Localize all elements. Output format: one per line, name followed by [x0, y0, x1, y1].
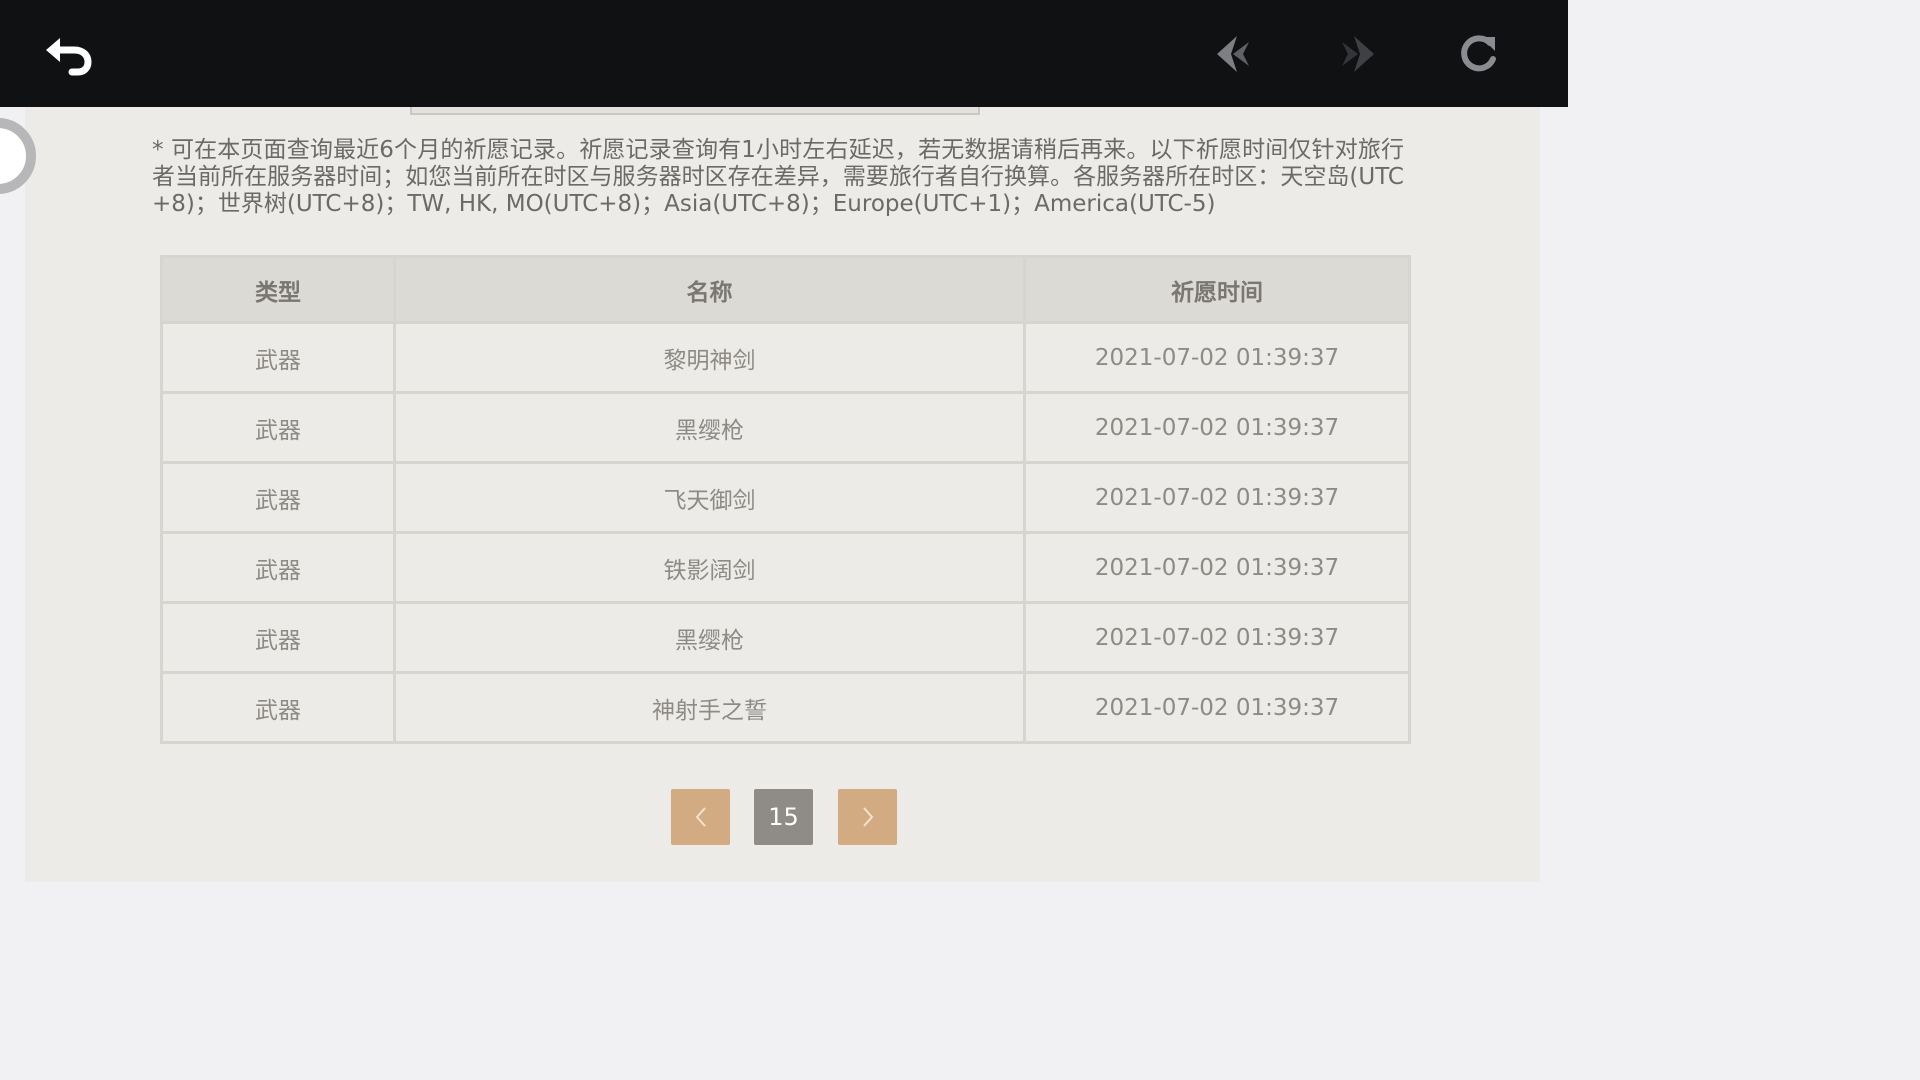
cell-time: 2021-07-02 01:39:37 [1023, 601, 1411, 674]
cell-time: 2021-07-02 01:39:37 [1023, 671, 1411, 744]
cell-type: 武器 [160, 601, 396, 674]
cell-time: 2021-07-02 01:39:37 [1023, 321, 1411, 394]
nav-back-diamond-icon [1217, 36, 1249, 72]
table-row: 武器 黎明神剑 2021-07-02 01:39:37 [160, 321, 1411, 394]
cell-time: 2021-07-02 01:39:37 [1023, 461, 1411, 534]
table-row: 武器 神射手之誓 2021-07-02 01:39:37 [160, 671, 1411, 744]
cell-name: 黎明神剑 [393, 321, 1026, 394]
cell-name: 黑缨枪 [393, 391, 1026, 464]
top-toolbar [0, 0, 1568, 107]
cell-name: 黑缨枪 [393, 601, 1026, 674]
column-header-time: 祈愿时间 [1023, 255, 1411, 324]
chevron-left-icon [695, 807, 706, 827]
column-header-type: 类型 [160, 255, 396, 324]
chevron-right-icon [862, 807, 873, 827]
back-button[interactable] [36, 22, 100, 86]
cell-time: 2021-07-02 01:39:37 [1023, 391, 1411, 464]
cell-type: 武器 [160, 391, 396, 464]
nav-forward-diamond-icon [1342, 36, 1374, 72]
next-page-button[interactable] [838, 789, 897, 845]
cell-time: 2021-07-02 01:39:37 [1023, 531, 1411, 604]
refresh-icon [1461, 35, 1496, 72]
prev-page-button[interactable] [671, 789, 730, 845]
query-notice: * 可在本页面查询最近6个月的祈愿记录。祈愿记录查询有1小时左右延迟，若无数据请… [152, 137, 1404, 217]
browser-back-button[interactable] [1203, 22, 1267, 86]
cell-name: 铁影阔剑 [393, 531, 1026, 604]
tab-strip-edge [410, 107, 980, 115]
table-row: 武器 飞天御剑 2021-07-02 01:39:37 [160, 461, 1411, 534]
cell-type: 武器 [160, 671, 396, 744]
cell-name: 神射手之誓 [393, 671, 1026, 744]
browser-forward-button[interactable] [1324, 22, 1388, 86]
current-page-indicator: 15 [754, 789, 813, 845]
table-header-row: 类型 名称 祈愿时间 [160, 255, 1411, 324]
table-row: 武器 黑缨枪 2021-07-02 01:39:37 [160, 601, 1411, 674]
cell-name: 飞天御剑 [393, 461, 1026, 534]
cell-type: 武器 [160, 461, 396, 534]
table-row: 武器 铁影阔剑 2021-07-02 01:39:37 [160, 531, 1411, 604]
column-header-name: 名称 [393, 255, 1026, 324]
back-arrow-icon [46, 38, 92, 76]
table-row: 武器 黑缨枪 2021-07-02 01:39:37 [160, 391, 1411, 464]
cell-type: 武器 [160, 531, 396, 604]
wish-history-table: 类型 名称 祈愿时间 武器 黎明神剑 2021-07-02 01:39:37 武… [160, 255, 1411, 744]
cell-type: 武器 [160, 321, 396, 394]
refresh-button[interactable] [1446, 22, 1510, 86]
